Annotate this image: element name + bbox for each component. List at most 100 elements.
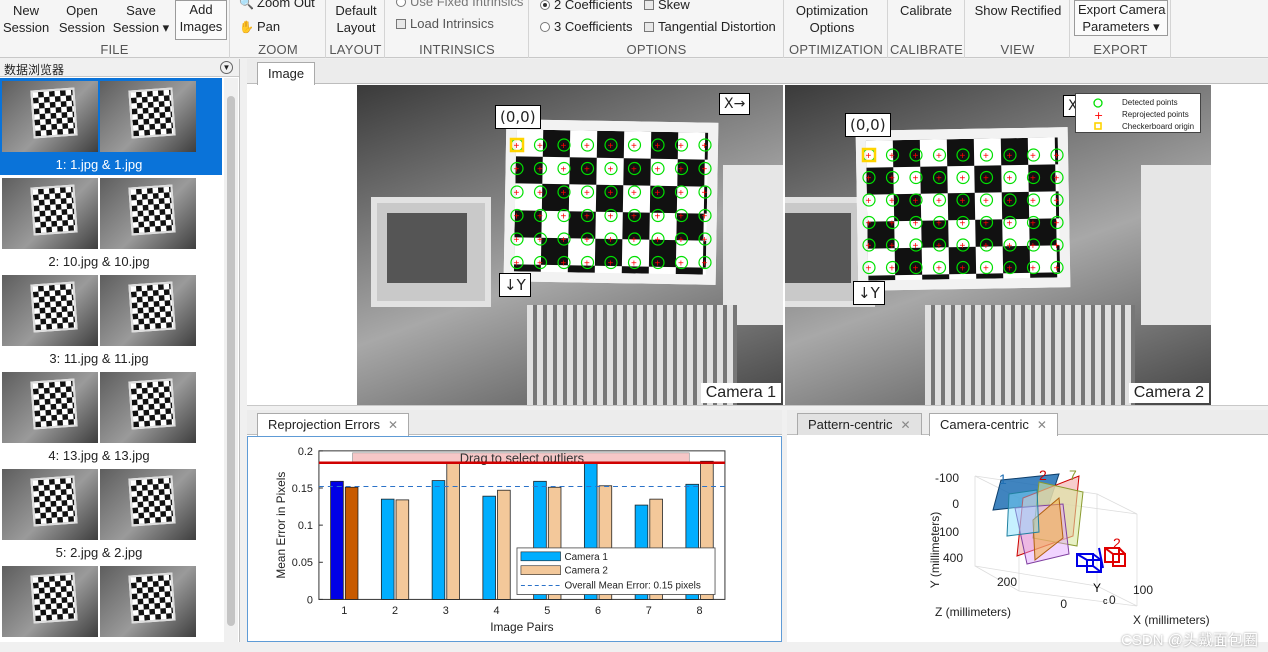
calibrate-group: Calibrate CALIBRATE [889, 0, 965, 58]
layout-group: Default Layout LAYOUT [327, 0, 385, 58]
reprojected-point: + [983, 219, 989, 230]
reprojected-point: + [702, 212, 708, 223]
close-icon[interactable]: ✕ [388, 418, 398, 432]
x-tick-label: 1 [341, 605, 347, 617]
toolstrip: New Session Open Session Save Session ▾ … [0, 0, 1268, 58]
reprojected-point: + [514, 259, 520, 270]
reprojected-point: + [913, 196, 919, 207]
open-session-button[interactable]: Open Session [57, 2, 107, 36]
chart-ylabel: Mean Error in Pixels [274, 472, 288, 579]
reprojected-point: + [584, 141, 590, 152]
tab-image[interactable]: Image [257, 62, 316, 85]
export-camera-parameters-button[interactable]: Export Camera Parameters ▾ [1074, 0, 1168, 36]
reprojection-tabbar: Reprojection Errors ✕ [247, 410, 782, 436]
reprojection-panel: Reprojection Errors ✕ 1 2 3 4 5 6 7 8 0 0.05 0.1 0.1… [247, 410, 782, 642]
coef2-radio[interactable] [540, 0, 550, 10]
legend-reprojected: Reprojected points [1122, 110, 1189, 119]
camera2-view[interactable]: + + + + + + + + + + + + + + + + + + + + + + + + + + + + + + + + + + + + + + + +… [785, 85, 1211, 405]
pan-button[interactable]: ✋ Pan [239, 19, 280, 34]
load-intrinsics-button[interactable]: Load Intrinsics [396, 16, 494, 31]
image-pair-item[interactable]: 1: 1.jpg & 1.jpg [0, 78, 222, 175]
x-tick-label: 4 [494, 605, 500, 617]
x-tick-label: 2 [392, 605, 398, 617]
status-bar [0, 642, 1268, 652]
close-icon[interactable]: ✕ [1037, 418, 1047, 432]
checkerboard-thumb [30, 87, 78, 139]
export-group-label: EXPORT [1093, 42, 1148, 57]
tab-pattern-label: Pattern-centric [808, 417, 893, 432]
browser-scroll-thumb[interactable] [227, 96, 235, 626]
reprojection-chart[interactable]: 1 2 3 4 5 6 7 800.050.10.150.2 Drag to select ou… [247, 436, 782, 642]
image-pair-list[interactable]: 1: 1.jpg & 1.jpg 2: 10.jpg & 10.jpg 3: 11.… [0, 78, 222, 642]
reprojected-point: + [584, 235, 590, 246]
new-session-button[interactable]: New Session [3, 2, 49, 36]
image-thumbnail [100, 275, 196, 346]
image-pair-item[interactable]: 5: 2.jpg & 2.jpg [0, 466, 222, 563]
coef2-option[interactable]: 2 Coefficients [540, 0, 633, 12]
reprojected-point: + [936, 151, 942, 162]
image-pair-item[interactable]: 2: 10.jpg & 10.jpg [0, 175, 222, 272]
coef3-radio[interactable] [540, 21, 550, 32]
reprojected-point: + [889, 241, 895, 252]
tangential-option[interactable]: Tangential Distortion [644, 19, 776, 34]
zoom-out-label: Zoom Out [257, 0, 315, 10]
reprojected-point: + [1007, 241, 1013, 252]
optimization-group-label: OPTIMIZATION [789, 42, 883, 57]
coef3-option[interactable]: 3 Coefficients [540, 19, 633, 34]
use-fixed-radio[interactable] [396, 0, 406, 7]
reprojected-point: + [1007, 151, 1013, 162]
close-icon[interactable]: ✕ [901, 418, 911, 432]
points-legend: + Detected points Reprojected points Che… [1075, 93, 1201, 133]
tab-reprojection-errors[interactable]: Reprojection Errors ✕ [257, 413, 410, 436]
zoom-out-button[interactable]: 🔍 Zoom Out [239, 0, 315, 10]
optimization-options-button[interactable]: Optimization Options [787, 2, 877, 36]
skew-option[interactable]: Skew [644, 0, 690, 12]
layout-group-label: LAYOUT [329, 42, 382, 57]
view-group-label: VIEW [1000, 42, 1035, 57]
x-tick-label: 5 [544, 605, 550, 617]
reprojected-point: + [561, 235, 567, 246]
default-layout-button[interactable]: Default Layout [329, 2, 383, 36]
extrinsics-panel: Pattern-centric ✕ Camera-centric ✕ 1 2 7 2 [787, 410, 1268, 642]
collapse-icon[interactable]: ▼ [220, 61, 233, 74]
tangential-checkbox[interactable] [644, 21, 654, 32]
tab-pattern-centric[interactable]: Pattern-centric ✕ [797, 413, 922, 435]
extrinsics-plot[interactable]: 1 2 7 2 Y c -100 0 100 400 200 0 0 100 Y… [787, 436, 1268, 642]
z-tick: 200 [997, 575, 1017, 589]
browser-scrollbar[interactable] [224, 78, 238, 642]
image-thumbnail [100, 81, 196, 152]
reprojected-point: + [866, 264, 872, 275]
image-pair-item[interactable]: 3: 11.jpg & 11.jpg [0, 272, 222, 369]
show-rectified-button[interactable]: Show Rectified [968, 2, 1068, 19]
image-pair-item[interactable]: 4: 13.jpg & 13.jpg [0, 369, 222, 466]
reprojected-point: + [702, 165, 708, 176]
reprojected-point: + [631, 165, 637, 176]
camera1-view[interactable]: + + + + + + + + + + + + + + + + + + + + + + + + + + + + + + + + + + + + + + + +… [357, 85, 783, 405]
image-thumbnail [2, 81, 98, 152]
load-intrinsics-label: Load Intrinsics [410, 16, 494, 31]
options-group: 2 Coefficients 3 Coefficients Skew Tange… [530, 0, 784, 58]
reprojected-point: + [678, 188, 684, 199]
calibrate-button[interactable]: Calibrate [891, 2, 961, 19]
checkerboard-thumb [30, 475, 78, 527]
reprojected-point: + [608, 235, 614, 246]
checkerboard-thumb [128, 281, 176, 333]
bar-camera1 [380, 498, 395, 600]
use-fixed-intrinsics-option[interactable]: Use Fixed Intrinsics [396, 0, 523, 9]
reprojected-point: + [561, 212, 567, 223]
tab-camera-centric[interactable]: Camera-centric ✕ [929, 413, 1058, 436]
image-thumbnail [100, 469, 196, 540]
skew-label: Skew [658, 0, 690, 12]
reprojected-point: + [1054, 219, 1060, 230]
bar-camera2 [344, 486, 359, 600]
chart-xlabel: Image Pairs [490, 620, 553, 634]
checkerboard-thumb [30, 281, 78, 333]
save-session-button[interactable]: Save Session ▾ [112, 2, 170, 36]
image-pair-item[interactable] [0, 563, 222, 642]
reprojected-point: + [983, 241, 989, 252]
add-images-button[interactable]: Add Images [175, 0, 227, 40]
camera-y-sub: c [1103, 596, 1108, 606]
reprojected-point: + [913, 219, 919, 230]
skew-checkbox[interactable] [644, 0, 654, 10]
camera2-label: Camera 2 [1128, 383, 1209, 403]
